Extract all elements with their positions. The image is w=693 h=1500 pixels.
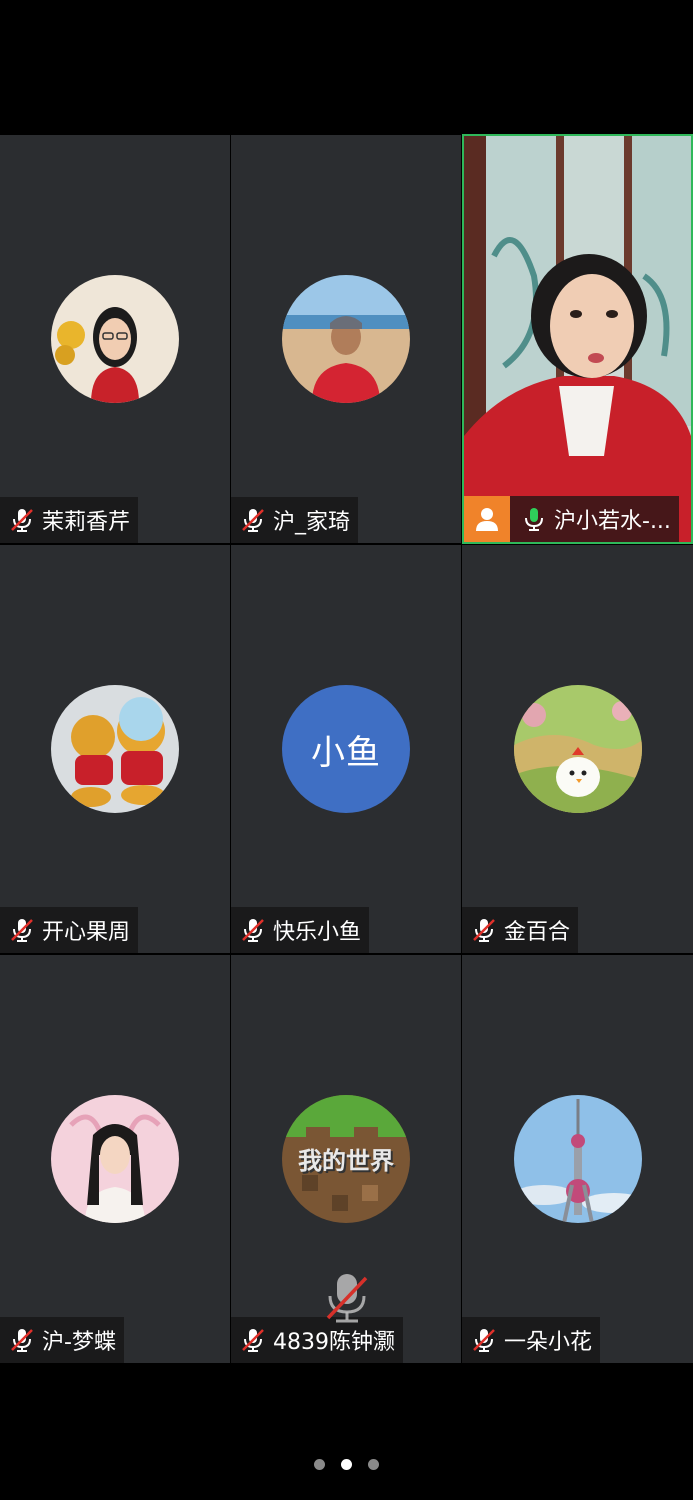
name-tag: 沪小若水-...	[464, 496, 679, 542]
participant-tile[interactable]: 沪_家琦	[231, 134, 461, 544]
name-tag: 沪-梦蝶	[0, 1317, 124, 1363]
participant-tile[interactable]: 沪-梦蝶	[0, 954, 230, 1364]
participant-name: 金百合	[504, 920, 571, 945]
participant-avatar	[513, 685, 642, 813]
participant-name: 一朵小花	[504, 1330, 593, 1355]
participant-name: 开心果周	[42, 920, 131, 945]
video-grid: 茉莉香芹 沪_家琦 沪小若水-... 开心果周 小鱼 快乐小鱼 金百合 沪-梦蝶…	[0, 134, 693, 1364]
mic-muted-icon	[11, 919, 33, 942]
participant-name: 茉莉香芹	[42, 510, 131, 535]
participant-video	[464, 136, 691, 542]
mic-muted-icon	[242, 1329, 264, 1352]
name-tag: 金百合	[462, 907, 579, 953]
participant-tile[interactable]: 开心果周	[0, 544, 230, 954]
participant-name: 沪_家琦	[273, 510, 351, 535]
participant-avatar	[282, 275, 410, 403]
participant-tile[interactable]: 茉莉香芹	[0, 134, 230, 544]
participant-name: 4839陈钟灏	[273, 1330, 395, 1355]
minecraft-logo-text: 我的世界	[298, 1147, 394, 1175]
host-badge	[464, 496, 510, 542]
mic-active-icon	[525, 508, 543, 531]
participant-name: 快乐小鱼	[273, 920, 362, 945]
mic-muted-icon	[473, 1329, 495, 1352]
participant-text-avatar: 小鱼	[282, 685, 410, 813]
name-tag: 茉莉香芹	[0, 497, 139, 543]
participant-avatar	[51, 685, 179, 813]
participant-name: 沪小若水-...	[554, 509, 671, 534]
participant-avatar	[51, 1095, 179, 1223]
participant-tile[interactable]: 小鱼 快乐小鱼	[231, 544, 461, 954]
name-tag: 4839陈钟灏	[231, 1317, 403, 1363]
participant-name: 沪-梦蝶	[42, 1330, 116, 1355]
participant-avatar	[513, 1095, 642, 1223]
mic-muted-icon	[242, 509, 264, 532]
participant-tile[interactable]: 一朵小花	[462, 954, 693, 1364]
page-indicator	[0, 1459, 693, 1470]
participant-avatar	[51, 275, 179, 403]
page-dot[interactable]	[314, 1459, 325, 1470]
page-dot[interactable]	[368, 1459, 379, 1470]
mic-muted-icon	[242, 919, 264, 942]
page-dot-current[interactable]	[341, 1459, 352, 1470]
name-tag: 一朵小花	[462, 1317, 601, 1363]
mic-muted-icon	[473, 919, 495, 942]
name-tag: 快乐小鱼	[231, 907, 370, 953]
mute-toggle-button[interactable]	[322, 1270, 372, 1326]
person-icon	[476, 508, 498, 531]
name-tag: 沪_家琦	[231, 497, 359, 543]
name-tag: 开心果周	[0, 907, 139, 953]
mic-muted-icon	[11, 509, 33, 532]
participant-tile[interactable]: 金百合	[462, 544, 693, 954]
participant-tile-active[interactable]: 沪小若水-...	[462, 134, 693, 544]
mic-muted-icon	[11, 1329, 33, 1352]
participant-avatar: 我的世界	[282, 1095, 410, 1223]
